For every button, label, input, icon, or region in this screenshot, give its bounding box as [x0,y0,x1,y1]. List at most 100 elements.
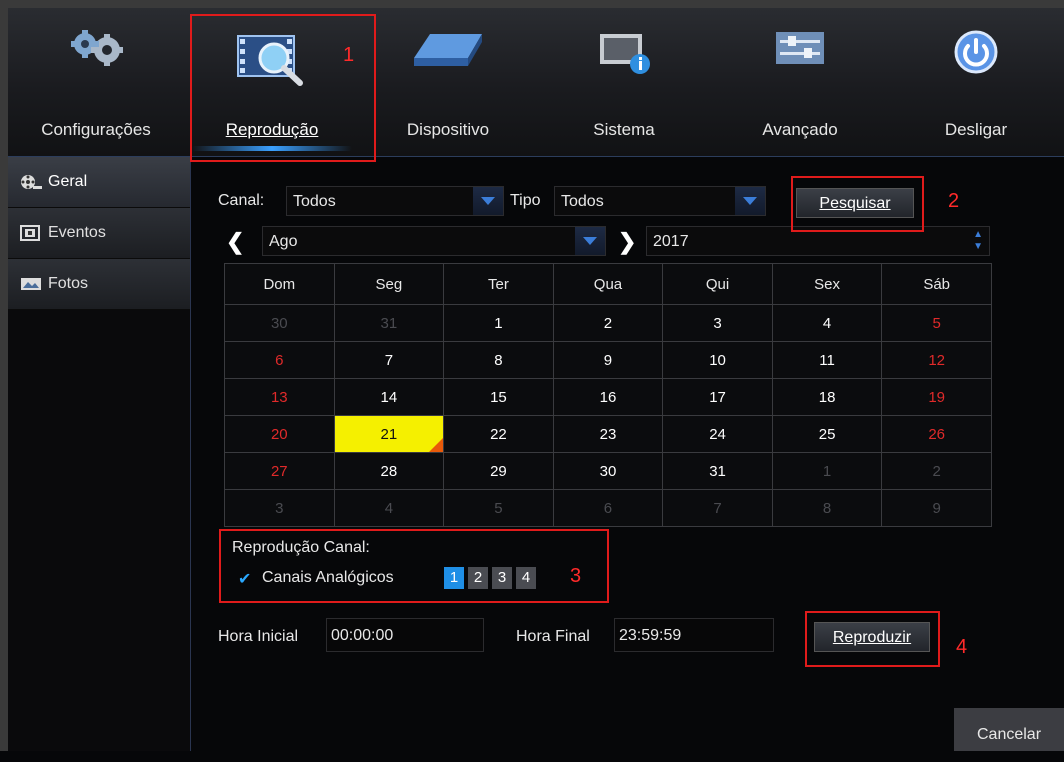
calendar-grid: Dom Seg Ter Qua Qui Sex Sáb 30 31 1 2 3 4 5 6 7 8 9 10 11 1… [224,263,992,527]
calendar-day[interactable]: 13 [224,378,335,416]
calendar-day[interactable]: 3 [662,304,773,342]
calendar-day[interactable]: 1 [771,452,883,490]
weekday-header: Qua [552,263,664,305]
power-icon [952,28,1000,81]
annotation-number-4: 4 [956,636,968,658]
canal-label: Canal: [218,192,265,209]
weekday-header: Sáb [881,263,992,305]
nav-label: Dispositivo [406,120,490,139]
calendar-day[interactable]: 22 [443,415,554,453]
calendar-weekday-row: Dom Seg Ter Qua Qui Sex Sáb [224,263,992,305]
calendar-day[interactable]: 5 [443,489,554,527]
sidebar-item-fotos[interactable]: Fotos [8,259,190,310]
hard-drive-icon [410,28,486,77]
nav-configuracoes[interactable]: Configurações [8,8,184,156]
calendar-day[interactable]: 6 [224,341,335,379]
month-value: Ago [269,233,298,250]
nav-label: Desligar [944,120,1008,139]
calendar-day[interactable]: 9 [552,341,664,379]
end-time-input[interactable]: 23:59:59 [614,618,774,652]
calendar-day[interactable]: 27 [224,452,335,490]
start-time-input[interactable]: 00:00:00 [326,618,484,652]
system-info-icon [594,28,654,81]
calendar-day[interactable]: 20 [224,415,335,453]
chevron-down-icon [473,187,503,215]
calendar-day[interactable]: 25 [771,415,883,453]
weekday-header: Ter [443,263,554,305]
calendar-week-row: 20 21 22 23 24 25 26 [224,415,992,453]
calendar-day[interactable]: 5 [881,304,992,342]
tipo-select[interactable]: Todos [554,186,766,216]
annotation-box-3 [219,529,609,603]
calendar-day[interactable]: 17 [662,378,773,416]
tipo-value: Todos [561,193,604,210]
calendar-day[interactable]: 3 [224,489,335,527]
nav-label: Sistema [593,120,655,139]
spinner-icon: ▲ ▼ [973,229,983,252]
calendar-day[interactable]: 21 [333,415,445,453]
weekday-header: Sex [771,263,883,305]
sidebar-item-label: Fotos [48,275,89,292]
calendar-day[interactable]: 8 [771,489,883,527]
canal-select[interactable]: Todos [286,186,504,216]
advanced-sliders-icon [770,28,830,73]
annotation-box-1 [190,14,376,162]
canal-value: Todos [293,193,336,210]
calendar-day[interactable]: 26 [881,415,992,453]
calendar-day[interactable]: 4 [333,489,445,527]
weekday-header: Seg [333,263,445,305]
calendar-day[interactable]: 7 [333,341,445,379]
calendar-day[interactable]: 14 [333,378,445,416]
calendar-day[interactable]: 18 [771,378,883,416]
sidebar-item-label: Geral [48,173,88,190]
calendar-week-row: 13 14 15 16 17 18 19 [224,378,992,416]
calendar-day[interactable]: 11 [771,341,883,379]
calendar-week-row: 3456789 [224,489,992,527]
calendar-day[interactable]: 31 [662,452,773,490]
calendar-day[interactable]: 1 [443,304,554,342]
sidebar-item-eventos[interactable]: Eventos [8,208,190,259]
calendar-day[interactable]: 19 [881,378,992,416]
cancel-button[interactable]: Cancelar [954,708,1064,751]
nav-dispositivo[interactable]: Dispositivo [360,8,536,156]
calendar-day[interactable]: 9 [881,489,992,527]
chevron-down-icon [735,187,765,215]
annotation-box-4 [805,611,940,667]
calendar-day[interactable]: 12 [881,341,992,379]
calendar-day[interactable]: 29 [443,452,554,490]
nav-label: Configurações [41,120,151,139]
calendar-day[interactable]: 2 [881,452,992,490]
calendar-day[interactable]: 30 [552,452,664,490]
annotation-number-3: 3 [570,565,582,587]
nav-desligar[interactable]: Desligar [888,8,1064,156]
nav-sistema[interactable]: Sistema [536,8,712,156]
prev-month-button[interactable]: ❮ [226,229,244,255]
calendar-day[interactable]: 8 [443,341,554,379]
sidebar: Geral Eventos Fotos [8,157,191,751]
calendar-day[interactable]: 28 [333,452,445,490]
gears-icon [63,28,129,73]
calendar-day[interactable]: 24 [662,415,773,453]
start-time-label: Hora Inicial [218,628,299,645]
annotation-number-2: 2 [948,190,960,212]
calendar-day[interactable]: 6 [552,489,664,527]
chevron-down-icon [575,227,605,255]
calendar-day[interactable]: 30 [224,304,335,342]
calendar-day[interactable]: 16 [552,378,664,416]
film-reel-icon [21,174,42,189]
month-select[interactable]: Ago [262,226,606,256]
sidebar-item-label: Eventos [48,224,106,241]
calendar-day[interactable]: 4 [771,304,883,342]
year-value: 2017 [653,233,689,250]
calendar-day[interactable]: 31 [333,304,445,342]
next-month-button[interactable]: ❯ [618,229,636,255]
annotation-box-2 [791,176,924,232]
calendar-day[interactable]: 7 [662,489,773,527]
calendar-week-row: 6 7 8 9 10 11 12 [224,341,992,379]
nav-avancado[interactable]: Avançado [712,8,888,156]
calendar-day[interactable]: 2 [552,304,664,342]
calendar-day[interactable]: 23 [552,415,664,453]
sidebar-item-geral[interactable]: Geral [8,157,190,208]
calendar-day[interactable]: 15 [443,378,554,416]
calendar-day[interactable]: 10 [662,341,773,379]
